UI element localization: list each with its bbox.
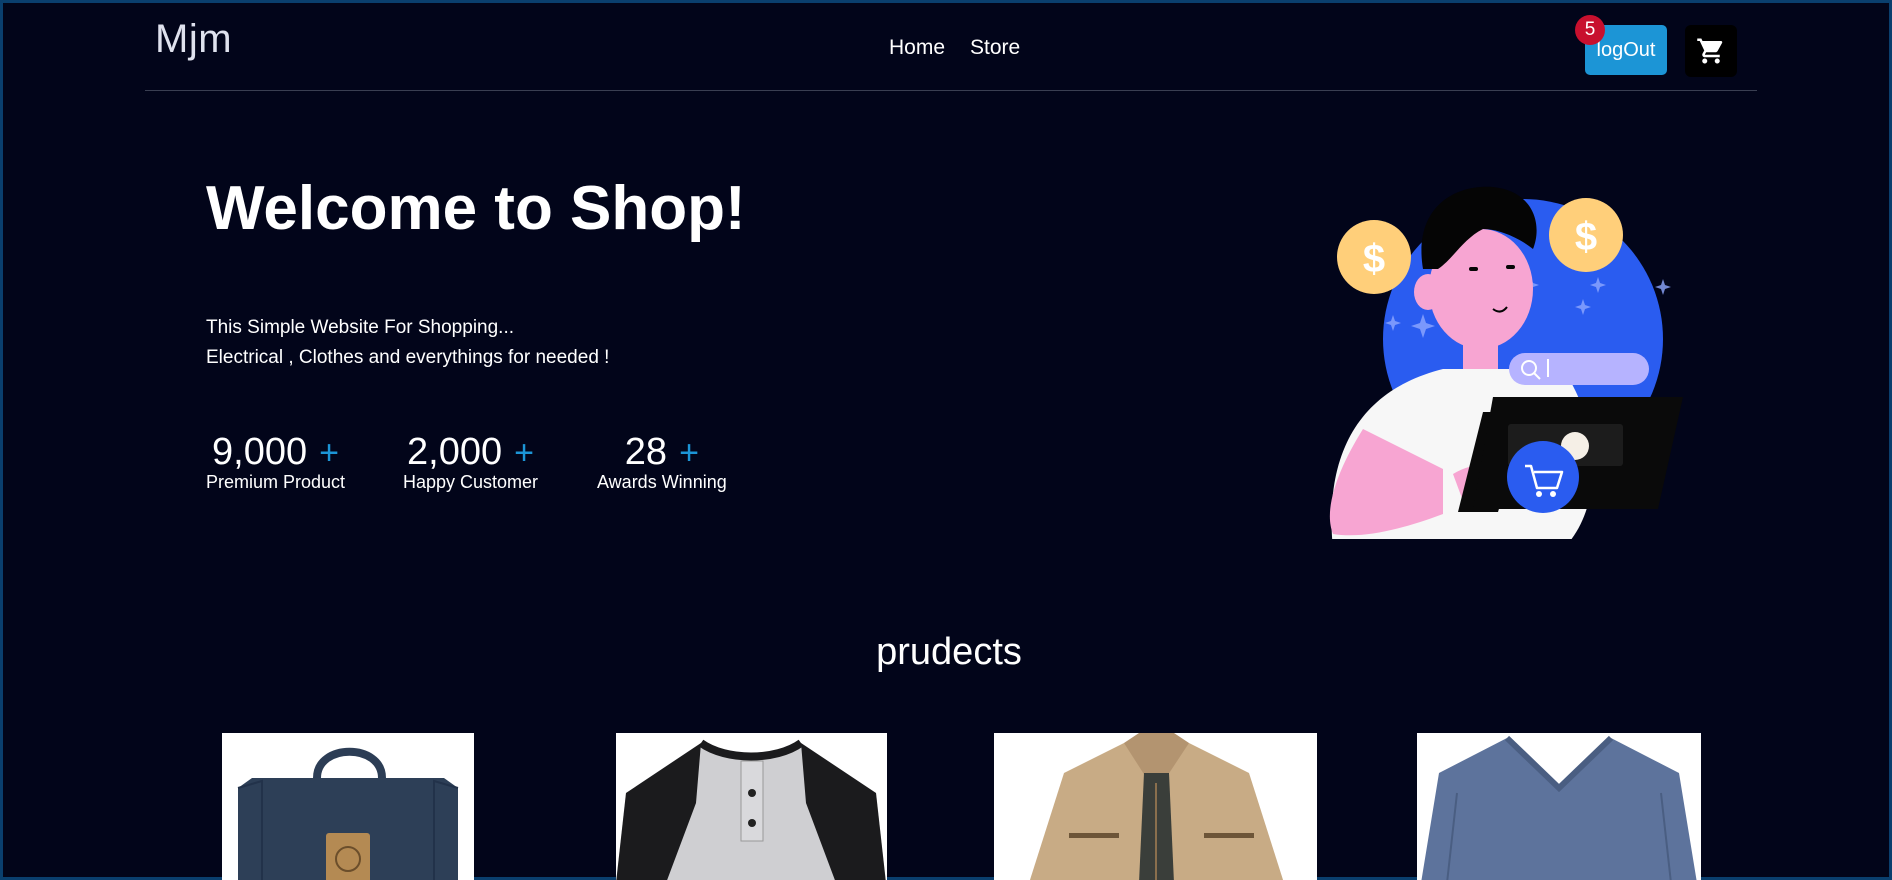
hero-illustration: $ $ xyxy=(1329,186,1683,539)
hero-description-line-1: This Simple Website For Shopping... xyxy=(206,317,515,338)
product-card-v-neck-shirt[interactable] xyxy=(1417,733,1701,880)
bag-product-image xyxy=(222,733,474,880)
nav-links: Home Store xyxy=(889,36,1020,60)
cart-count-badge: 5 xyxy=(1575,15,1605,45)
product-card-jacket[interactable] xyxy=(994,733,1317,880)
stat-plus: + xyxy=(319,434,339,472)
jacket-product-image xyxy=(994,733,1317,880)
hero-description: This Simple Website For Shopping... Elec… xyxy=(206,313,609,373)
product-card-raglan-shirt[interactable] xyxy=(616,733,887,880)
svg-text:$: $ xyxy=(1575,215,1597,259)
stat-label: Happy Customer xyxy=(403,472,539,492)
navbar: Mjm Home Store logOut xyxy=(145,3,1757,91)
stat-value: 28 xyxy=(624,431,668,473)
stat-value: 2,000 xyxy=(407,431,503,473)
products-section-title: prudects xyxy=(876,631,1022,673)
stat-label: Premium Product xyxy=(206,472,346,492)
brand-logo[interactable]: Mjm xyxy=(155,17,232,62)
stat-plus: + xyxy=(514,434,534,472)
stat-premium-product: 9,000 + Premium Product xyxy=(206,431,345,493)
stat-awards-winning: 28 + Awards Winning xyxy=(597,431,727,493)
stat-happy-customer: 2,000 + Happy Customer xyxy=(403,431,538,493)
cart-button[interactable] xyxy=(1685,25,1737,77)
svg-text:$: $ xyxy=(1363,237,1385,281)
product-card-bag[interactable] xyxy=(222,733,474,880)
cart-icon xyxy=(1697,38,1723,64)
stat-value: 9,000 xyxy=(212,431,308,473)
hero-description-line-2: Electrical , Clothes and everythings for… xyxy=(206,347,610,368)
nav-link-store[interactable]: Store xyxy=(970,36,1020,60)
raglan-shirt-product-image xyxy=(616,733,887,880)
nav-link-home[interactable]: Home xyxy=(889,36,945,60)
stat-label: Awards Winning xyxy=(597,472,727,492)
hero-title: Welcome to Shop! xyxy=(206,174,746,243)
v-neck-shirt-product-image xyxy=(1417,733,1701,880)
stat-plus: + xyxy=(679,434,699,472)
